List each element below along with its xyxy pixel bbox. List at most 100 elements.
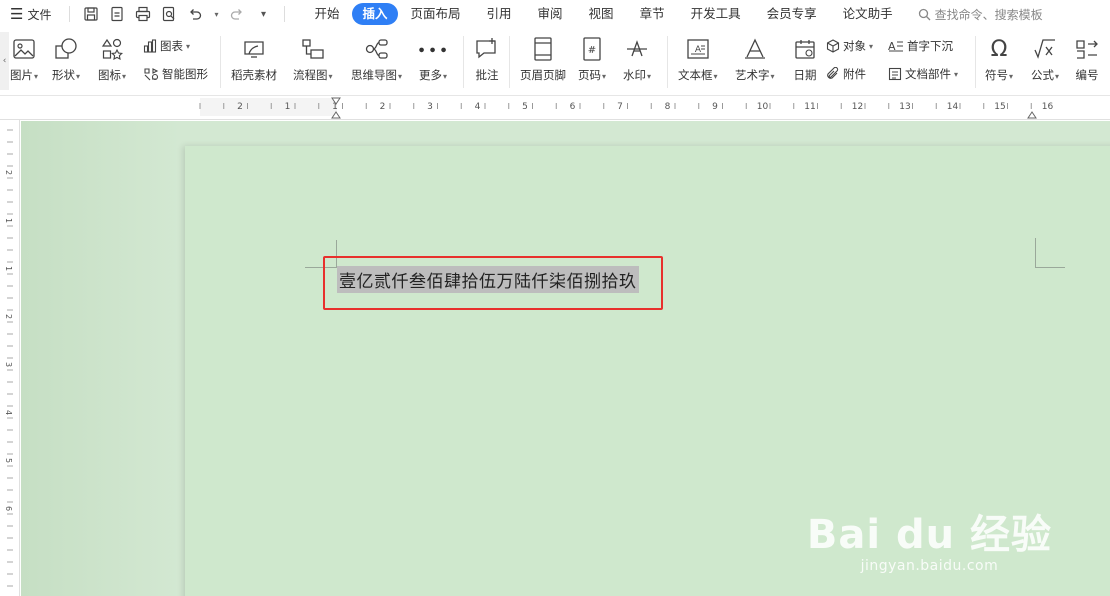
ruler-label: 1 xyxy=(285,102,291,112)
material-label: 稻壳素材 xyxy=(231,68,277,82)
mindmap-button[interactable]: 思维导图▾ xyxy=(351,36,402,83)
flowchart-icon xyxy=(300,36,326,62)
baidu-jingyan-watermark: Bai du 经验 jingyan.baidu.com xyxy=(807,514,1052,574)
ruler-label: 10 xyxy=(757,102,769,112)
tab-page-layout[interactable]: 页面布局 xyxy=(398,3,474,25)
vertical-ruler-label: 5 xyxy=(4,458,13,463)
tab-developer[interactable]: 开发工具 xyxy=(678,3,754,25)
save-icon[interactable] xyxy=(82,5,100,23)
vertical-ruler-label: 3 xyxy=(4,362,13,367)
ruler-label: 7 xyxy=(617,102,623,112)
tab-home[interactable]: 开始 xyxy=(301,3,352,25)
drop-cap-icon: A xyxy=(888,40,903,53)
ruler-ticks: 2 1 1 2 3 4 5 6 7 8 9 10 11 12 13 14 15 16 xyxy=(199,97,1053,119)
icon-label: 图标 xyxy=(98,68,121,82)
vertical-ruler-label: 2 xyxy=(4,170,13,175)
icon-button[interactable]: 图标▾ xyxy=(98,36,126,83)
vertical-ruler-ticks: 2 1 1 2 3 4 5 6 xyxy=(4,129,13,587)
picture-button[interactable]: 图片▾ xyxy=(10,36,38,83)
tab-section[interactable]: 章节 xyxy=(627,3,678,25)
header-footer-button[interactable]: 页眉页脚 xyxy=(520,36,566,83)
file-menu-button[interactable]: ☰ 文件 xyxy=(0,0,51,28)
material-icon xyxy=(241,36,267,62)
undo-icon[interactable] xyxy=(186,5,204,23)
print-icon[interactable] xyxy=(134,5,152,23)
watermark-logo: Bai du 经验 xyxy=(806,512,1052,558)
numbering-button[interactable]: 编号 xyxy=(1074,36,1100,83)
attachment-label: 附件 xyxy=(843,67,866,81)
page-number-button[interactable]: # 页码▾ xyxy=(578,36,606,83)
redo-icon[interactable] xyxy=(228,5,246,23)
ruler-label: 6 xyxy=(570,102,576,112)
ribbon-scroll-left-button[interactable]: ‹ xyxy=(0,32,9,90)
flowchart-label: 流程图 xyxy=(293,68,328,82)
date-label: 日期 xyxy=(793,68,817,82)
tab-thesis-assistant[interactable]: 论文助手 xyxy=(830,3,906,25)
command-search[interactable]: 查找命令、搜索模板 xyxy=(918,6,1043,23)
customize-toolbar-icon[interactable]: ▾ xyxy=(254,5,272,23)
attachment-button[interactable]: 附件 xyxy=(826,66,866,82)
ruler-label: 1 xyxy=(332,102,338,112)
file-menu-label: 文件 xyxy=(27,7,52,22)
object-label: 对象 xyxy=(843,39,866,53)
wordart-button[interactable]: 艺术字▾ xyxy=(735,36,775,83)
ruler-label: 3 xyxy=(427,102,433,112)
ribbon-divider xyxy=(667,36,668,88)
page-number-icon: # xyxy=(579,36,605,62)
shape-label: 形状 xyxy=(52,68,75,82)
formula-button[interactable]: 公式▾ xyxy=(1031,36,1059,83)
shape-button[interactable]: 形状▾ xyxy=(52,36,80,83)
ruler-label: 9 xyxy=(712,102,718,112)
comment-button[interactable]: 批注 xyxy=(474,36,500,83)
textbox-label: 文本框 xyxy=(678,68,713,82)
export-pdf-icon[interactable] xyxy=(108,5,126,23)
ruler-label: 2 xyxy=(237,102,243,112)
numbering-icon xyxy=(1074,36,1100,62)
mindmap-label: 思维导图 xyxy=(351,68,397,82)
tab-review[interactable]: 审阅 xyxy=(525,3,576,25)
ribbon-divider xyxy=(220,36,221,88)
menu-bar: ☰ 文件 ▾ ▾ 开始 插入 页面布局 引用 审阅 视图 章节 开发工具 会员专… xyxy=(0,0,1110,28)
tab-view[interactable]: 视图 xyxy=(576,3,627,25)
document-workspace[interactable]: 壹亿贰仟叁佰肆拾伍万陆仟柒佰捌拾玖 Bai du 经验 jingyan.baid… xyxy=(21,121,1110,596)
chart-button[interactable]: 图表 ▾ xyxy=(143,38,190,54)
ruler-label: 2 xyxy=(380,102,386,112)
vertical-ruler-label: 1 xyxy=(4,218,13,223)
ribbon-tabs: 开始 插入 页面布局 引用 审阅 视图 章节 开发工具 会员专享 论文助手 xyxy=(301,3,905,25)
horizontal-ruler[interactable]: 2 1 1 2 3 4 5 6 7 8 9 10 11 12 13 14 15 16 xyxy=(0,96,1110,120)
date-button[interactable]: 日期 xyxy=(792,36,818,83)
page-number-label: 页码 xyxy=(578,68,601,82)
svg-text:#: # xyxy=(588,45,596,56)
tab-references[interactable]: 引用 xyxy=(474,3,525,25)
tab-member[interactable]: 会员专享 xyxy=(754,3,830,25)
drop-cap-button[interactable]: A 首字下沉 xyxy=(888,38,953,54)
numbering-label: 编号 xyxy=(1075,68,1099,82)
ruler-label: 8 xyxy=(665,102,671,112)
document-parts-button[interactable]: 文档部件 ▾ xyxy=(888,66,958,82)
document-parts-icon xyxy=(888,67,902,81)
search-icon xyxy=(918,8,931,20)
insert-ribbon: ‹ 图片▾ 形状▾ 图标▾ 图表 ▾ 智能图形 稻壳素材 流程图▾ 思维导图▾ … xyxy=(0,28,1110,96)
picture-icon xyxy=(11,36,37,62)
comment-label: 批注 xyxy=(475,68,499,82)
ruler-label: 12 xyxy=(852,102,863,112)
textbox-icon: A xyxy=(685,36,711,62)
object-button[interactable]: 对象 ▾ xyxy=(826,38,873,54)
watermark-button[interactable]: 水印▾ xyxy=(623,36,651,83)
more-button[interactable]: ∙∙∙ 更多▾ xyxy=(416,36,448,83)
vertical-ruler-label: 1 xyxy=(4,266,13,271)
symbol-button[interactable]: Ω 符号▾ xyxy=(985,36,1013,83)
smart-art-icon xyxy=(144,68,159,81)
flowchart-button[interactable]: 流程图▾ xyxy=(293,36,333,83)
wordart-label: 艺术字 xyxy=(735,68,770,82)
smart-art-button[interactable]: 智能图形 xyxy=(143,66,208,82)
calendar-icon xyxy=(792,36,818,62)
margin-corner-mark xyxy=(1035,238,1065,268)
tab-insert[interactable]: 插入 xyxy=(352,3,398,25)
icon-library-icon xyxy=(99,36,125,62)
print-preview-icon[interactable] xyxy=(160,5,178,23)
vertical-ruler[interactable]: 2 1 1 2 3 4 5 6 xyxy=(0,120,20,596)
textbox-button[interactable]: A 文本框▾ xyxy=(678,36,718,83)
undo-dropdown-icon[interactable]: ▾ xyxy=(212,5,220,23)
docer-material-button[interactable]: 稻壳素材 xyxy=(231,36,277,83)
